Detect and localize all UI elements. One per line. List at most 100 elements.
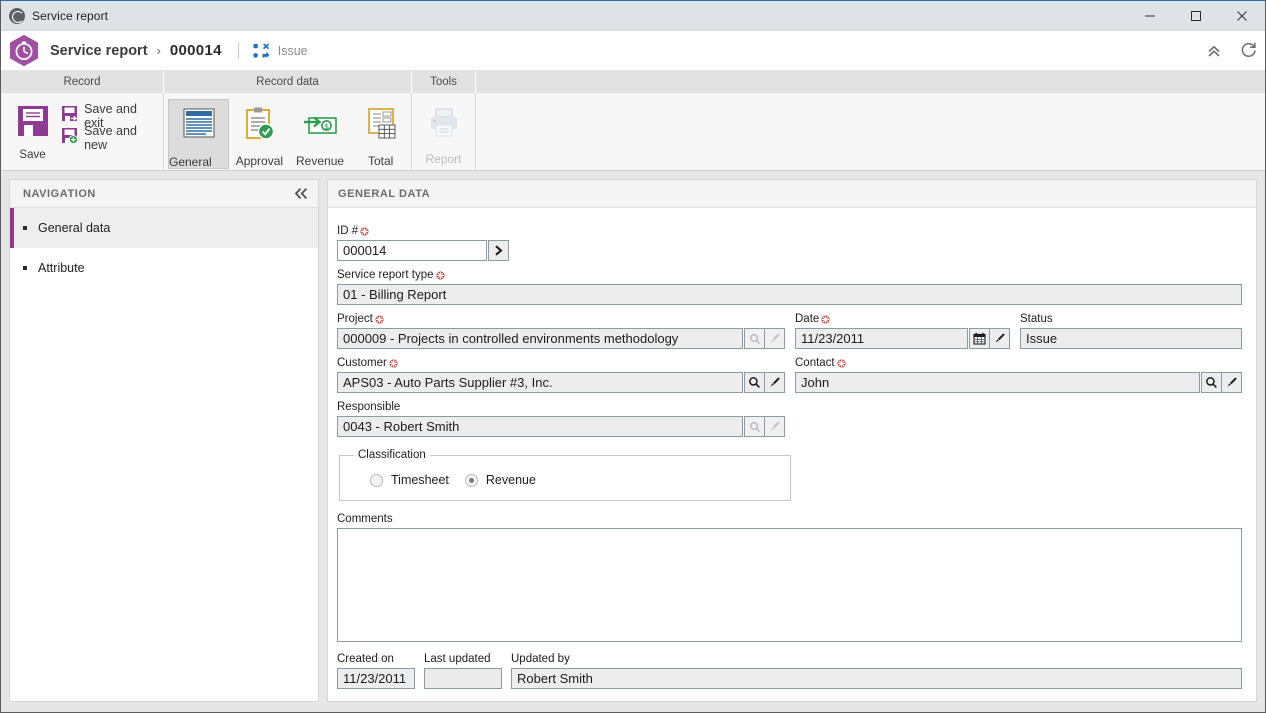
navigation-header-label: NAVIGATION xyxy=(23,187,96,200)
project-label: Project xyxy=(337,312,785,326)
save-variant-buttons: Save and exit Save and new xyxy=(57,99,163,152)
created-on-label: Created on xyxy=(337,653,394,665)
responsible-input[interactable]: 0043 - Robert Smith xyxy=(337,416,743,437)
breadcrumb-title[interactable]: Service report xyxy=(50,43,148,59)
date-field-row: 11/23/2011 xyxy=(795,328,1010,349)
id-field-row: 000014 xyxy=(337,240,509,261)
comments-textarea[interactable] xyxy=(337,528,1242,642)
date-input[interactable]: 11/23/2011 xyxy=(795,328,968,349)
issue-icon xyxy=(253,42,270,59)
required-marker-icon xyxy=(360,227,369,236)
date-field-group: Date 11/23/2011 xyxy=(795,312,1010,349)
project-magnifier-icon[interactable] xyxy=(744,328,765,349)
close-button[interactable] xyxy=(1219,1,1265,31)
sidebar-item-general-data[interactable]: General data xyxy=(10,208,318,248)
audit-fields-row: Created on 11/23/2011 Last updated Updat… xyxy=(337,652,1242,689)
minimize-button[interactable] xyxy=(1127,1,1173,31)
bullet-icon xyxy=(23,266,27,270)
bullet-icon xyxy=(23,226,27,230)
navigation-panel: NAVIGATION General data Attribute xyxy=(9,179,319,702)
id-goto-button[interactable] xyxy=(488,240,509,261)
document-lines-icon xyxy=(180,107,218,148)
ribbon-empty-area xyxy=(476,71,1265,170)
last-updated-label: Last updated xyxy=(424,653,491,665)
money-bill-icon: $ xyxy=(301,106,339,147)
ribbon-group-tools: Tools Report xyxy=(412,71,476,170)
radio-timesheet-label[interactable]: Timesheet xyxy=(391,473,449,487)
date-brush-icon[interactable] xyxy=(989,328,1010,349)
sidebar-item-attribute[interactable]: Attribute xyxy=(10,248,318,288)
revenue-button-label: Revenue xyxy=(296,154,345,168)
required-marker-icon xyxy=(837,359,846,368)
status-input[interactable]: Issue xyxy=(1020,328,1242,349)
content-header-label: GENERAL DATA xyxy=(338,187,431,200)
window-controls xyxy=(1127,1,1265,31)
customer-brush-icon[interactable] xyxy=(764,372,785,393)
customer-input[interactable]: APS03 - Auto Parts Supplier #3, Inc. xyxy=(337,372,743,393)
project-input[interactable]: 000009 - Projects in controlled environm… xyxy=(337,328,743,349)
breadcrumb-separator: › xyxy=(156,43,161,58)
customer-contact-row: Customer APS03 - Auto Parts Supplier #3,… xyxy=(337,356,1242,393)
responsible-field-row: 0043 - Robert Smith xyxy=(337,416,785,437)
customer-magnifier-icon[interactable] xyxy=(744,372,765,393)
save-and-new-button[interactable]: Save and new xyxy=(57,124,163,152)
responsible-magnifier-icon[interactable] xyxy=(744,416,765,437)
contact-field-row: John xyxy=(795,372,1242,393)
ribbon-group-record-data-label: Record data xyxy=(164,71,412,93)
sidebar-item-attribute-label: Attribute xyxy=(38,261,85,275)
ribbon-group-tools-label: Tools xyxy=(412,71,476,93)
id-input[interactable]: 000014 xyxy=(337,240,487,261)
breadcrumb-actions xyxy=(1197,34,1265,68)
refresh-icon[interactable] xyxy=(1231,34,1265,68)
chevron-double-up-icon[interactable] xyxy=(1197,34,1231,68)
service-report-type-field-group: Service report type 01 - Billing Report xyxy=(337,268,1242,305)
ribbon-group-record-label: Record xyxy=(1,71,164,93)
ribbon-group-record-data: Record data General Approval $ Revenue T… xyxy=(164,71,412,183)
save-and-new-icon xyxy=(61,127,79,149)
required-marker-icon xyxy=(821,315,830,324)
service-report-type-input[interactable]: 01 - Billing Report xyxy=(337,284,1242,305)
classification-options: Timesheet Revenue xyxy=(350,467,780,489)
save-button[interactable]: Save xyxy=(8,99,57,161)
breadcrumb-divider xyxy=(237,42,239,59)
contact-field-group: Contact John xyxy=(795,356,1242,393)
contact-brush-icon[interactable] xyxy=(1221,372,1242,393)
project-brush-icon[interactable] xyxy=(764,328,785,349)
window-title: Service report xyxy=(32,8,109,23)
breadcrumb-status-label[interactable]: Issue xyxy=(278,44,308,58)
ribbon-empty-body xyxy=(476,93,1265,170)
required-marker-icon xyxy=(436,271,445,280)
updated-by-field-group: Updated by Robert Smith xyxy=(511,652,1242,689)
content-panel: GENERAL DATA ID # 000014 Service report … xyxy=(327,179,1257,702)
total-button[interactable]: Total xyxy=(350,99,411,169)
service-report-type-label: Service report type xyxy=(337,268,1242,282)
responsible-brush-icon[interactable] xyxy=(764,416,785,437)
radio-revenue[interactable] xyxy=(464,473,478,487)
save-and-exit-icon xyxy=(61,105,78,127)
svg-text:$: $ xyxy=(324,122,329,131)
save-floppy-icon xyxy=(15,103,51,144)
notebook-table-icon xyxy=(364,106,398,147)
radio-revenue-label[interactable]: Revenue xyxy=(486,473,536,487)
calendar-icon[interactable] xyxy=(969,328,990,349)
id-field-label: ID # xyxy=(337,224,1242,238)
contact-magnifier-icon[interactable] xyxy=(1201,372,1222,393)
general-data-button[interactable]: General data xyxy=(168,99,230,183)
breadcrumb-record-id: 000014 xyxy=(169,42,222,59)
content-header: GENERAL DATA xyxy=(328,180,1256,208)
comments-field-group: Comments xyxy=(337,512,1242,642)
total-button-label: Total xyxy=(368,154,394,168)
ribbon-group-record: Record Save Save and exit Save and new xyxy=(1,71,164,170)
approval-button[interactable]: Approval xyxy=(229,99,290,169)
created-on-field-group: Created on 11/23/2011 xyxy=(337,652,415,689)
maximize-button[interactable] xyxy=(1173,1,1219,31)
radio-timesheet[interactable] xyxy=(370,473,383,487)
project-date-status-row: Project 000009 - Projects in controlled … xyxy=(337,312,1242,349)
printer-icon xyxy=(427,106,461,145)
required-marker-icon xyxy=(389,359,398,368)
revenue-button[interactable]: $ Revenue xyxy=(290,99,351,169)
classification-legend: Classification xyxy=(358,449,426,461)
ribbon-toolbar: Record Save Save and exit Save and new R… xyxy=(1,71,1265,183)
contact-input[interactable]: John xyxy=(795,372,1200,393)
chevron-double-left-icon[interactable] xyxy=(294,187,309,200)
